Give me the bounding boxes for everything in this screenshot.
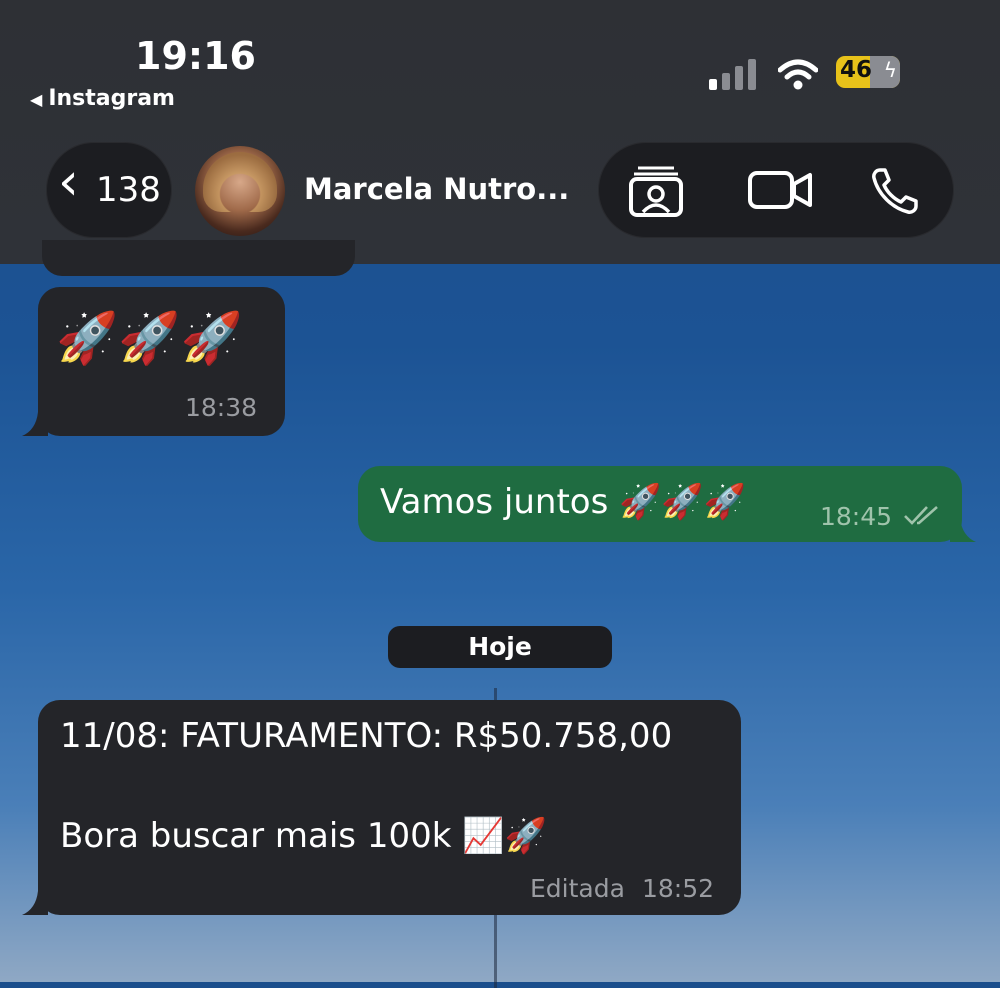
back-button[interactable]: ‹ 138 (46, 142, 172, 238)
battery-percent: 46 (840, 57, 873, 83)
chat-header: 19:16 ◀ Instagram 46 ϟ ‹ 138 Marcela Nutr… (0, 0, 1000, 264)
chevron-left-icon: ‹ (58, 152, 79, 212)
return-app-label: Instagram (48, 86, 175, 111)
contact-name[interactable]: Marcela Nutro... (304, 172, 569, 206)
video-call-icon[interactable] (748, 170, 812, 210)
message-text-line1: 11/08: FATURAMENTO: R$50.758,00 (60, 716, 673, 756)
message-text: Vamos juntos 🚀🚀🚀 (380, 482, 747, 522)
bubble-tail (950, 518, 976, 542)
message-bubble-partial (42, 240, 355, 276)
unread-count: 138 (96, 170, 161, 210)
day-separator: Hoje (388, 626, 612, 668)
bubble-tail (22, 891, 48, 915)
message-text-line2: Bora buscar mais 100k 📈🚀 (60, 816, 547, 856)
message-bubble-outgoing[interactable]: Vamos juntos 🚀🚀🚀 18:45 (358, 466, 962, 542)
avatar[interactable] (195, 146, 285, 236)
contact-card-icon[interactable] (628, 162, 684, 218)
wifi-icon (778, 59, 818, 90)
status-time: 19:16 (135, 34, 256, 78)
battery-charging-icon: 46 ϟ (836, 56, 900, 88)
message-bubble-incoming[interactable]: 11/08: FATURAMENTO: R$50.758,00 Bora bus… (38, 700, 741, 915)
back-triangle-icon: ◀ (30, 90, 43, 109)
read-double-check-icon (904, 506, 938, 525)
message-text: 🚀🚀🚀 (56, 309, 243, 367)
message-time: 18:52 (642, 874, 715, 903)
phone-icon[interactable] (870, 166, 924, 216)
bubble-tail (22, 412, 48, 436)
edited-label: Editada (530, 874, 625, 903)
call-actions (598, 142, 954, 238)
message-bubble-incoming[interactable]: 🚀🚀🚀 18:38 (38, 287, 285, 436)
return-to-app-link[interactable]: ◀ Instagram (30, 86, 175, 111)
message-time: 18:45 (820, 502, 893, 531)
cellular-signal-icon (709, 58, 761, 90)
message-time: 18:38 (185, 393, 258, 422)
